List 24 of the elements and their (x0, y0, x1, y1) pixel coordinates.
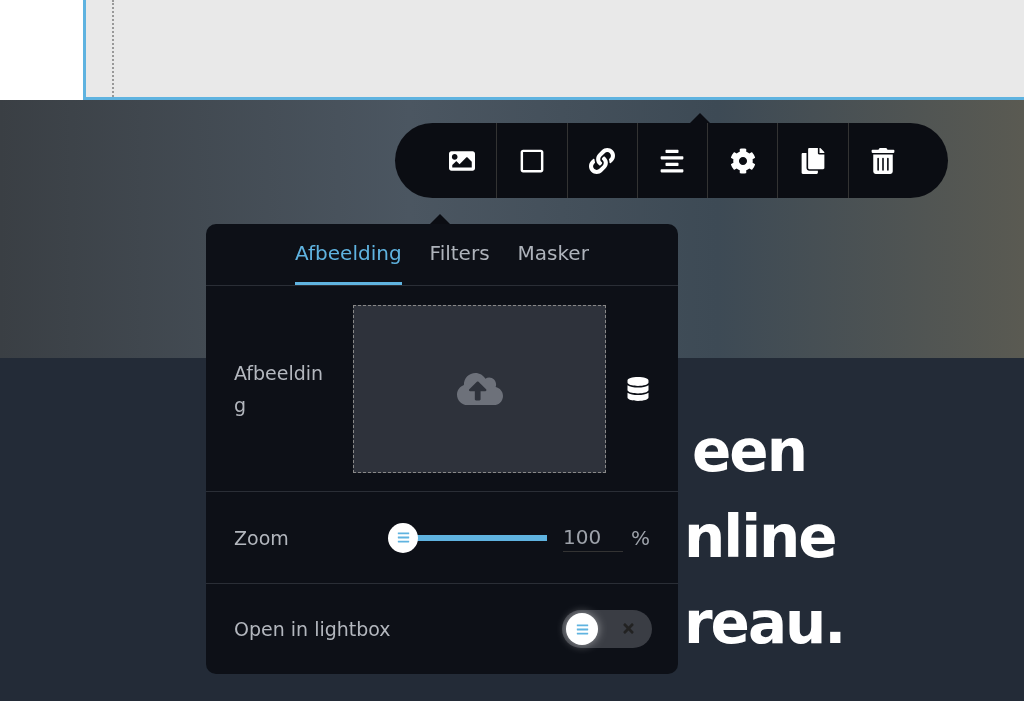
tab[interactable]: Afbeelding (295, 224, 402, 285)
copy-icon (800, 147, 827, 174)
headline-text: reau. (684, 588, 845, 659)
trash-icon (870, 147, 897, 174)
database-icon (626, 376, 650, 401)
settings-icon (729, 147, 756, 174)
zoom-input[interactable]: 100 (563, 523, 623, 552)
field-label: Zoom (234, 525, 290, 551)
field-label: Afbeelding (234, 360, 325, 418)
database-button[interactable] (626, 376, 650, 401)
headline-text: een (692, 416, 806, 487)
lines-icon (396, 531, 410, 544)
link-icon (589, 147, 616, 174)
slider-thumb[interactable] (388, 522, 418, 553)
unit-label: % (631, 525, 650, 550)
field-label: Open in lightbox (234, 617, 392, 642)
align-center-icon (659, 147, 686, 174)
tab[interactable]: Filters (429, 224, 490, 285)
toggle-switch[interactable] (562, 610, 652, 648)
lines-icon (575, 622, 589, 636)
headline-text: nline (684, 502, 836, 573)
close-icon (621, 621, 636, 636)
tab[interactable]: Masker (517, 224, 589, 285)
upload-dropzone[interactable] (353, 304, 606, 473)
